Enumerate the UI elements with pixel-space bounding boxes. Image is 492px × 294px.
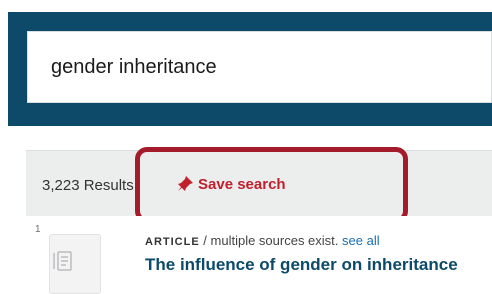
result-type: ARTICLE — [145, 236, 200, 248]
result-title-link[interactable]: The influence of gender on inheritance — [145, 255, 492, 275]
search-header — [0, 0, 492, 126]
results-toolbar: 3,223 Results Save search — [26, 150, 492, 216]
result-sources-text: / multiple sources exist. — [203, 233, 339, 248]
save-search-label: Save search — [198, 175, 286, 193]
results-count: 3,223 Results — [42, 177, 134, 194]
result-meta: ARTICLE / multiple sources exist. see al… — [145, 233, 380, 248]
save-search-button[interactable]: Save search — [176, 175, 286, 193]
see-all-link[interactable]: see all — [342, 233, 380, 248]
document-icon — [53, 251, 72, 271]
result-number: 1 — [35, 224, 41, 235]
pushpin-icon — [178, 176, 193, 191]
result-item[interactable]: 1 ARTICLE / multiple sources exist. see … — [26, 216, 492, 294]
search-box[interactable] — [27, 31, 492, 103]
search-input[interactable] — [51, 55, 471, 79]
spacer — [0, 126, 492, 150]
